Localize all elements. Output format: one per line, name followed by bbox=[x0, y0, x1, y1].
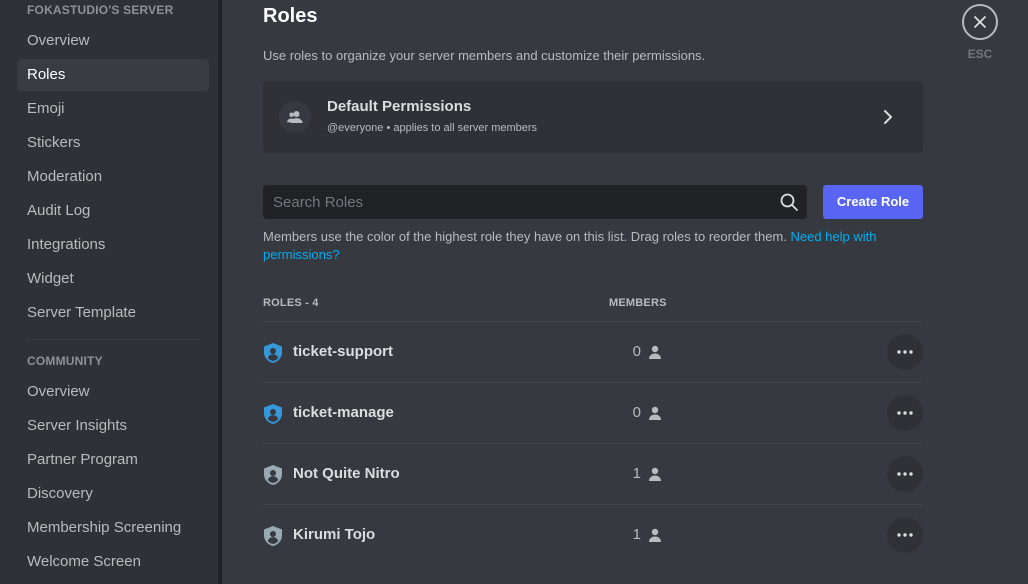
sidebar-item-integrations[interactable]: Integrations bbox=[17, 229, 209, 261]
chevron-right-icon bbox=[884, 110, 892, 124]
search-roles-box bbox=[263, 185, 807, 219]
more-horizontal-icon bbox=[897, 533, 913, 537]
more-horizontal-icon bbox=[897, 411, 913, 415]
sidebar-item-audit-log[interactable]: Audit Log bbox=[17, 195, 209, 227]
community-header: COMMUNITY bbox=[27, 354, 103, 368]
more-horizontal-icon bbox=[897, 350, 913, 354]
default-permissions-card[interactable]: Default Permissions @everyone • applies … bbox=[263, 81, 923, 153]
role-name: ticket-support bbox=[293, 343, 394, 360]
role-shield-icon bbox=[264, 404, 282, 424]
role-row-kirumi-tojo[interactable]: Kirumi Tojo 1 bbox=[263, 504, 923, 565]
sidebar-item-moderation[interactable]: Moderation bbox=[17, 161, 209, 193]
person-icon bbox=[649, 345, 661, 359]
default-permissions-subtitle: @everyone • applies to all server member… bbox=[327, 122, 538, 134]
server-name-header: FOKASTUDIO'S SERVER bbox=[27, 3, 174, 17]
people-icon bbox=[287, 111, 303, 123]
member-count: 1 bbox=[632, 526, 641, 543]
role-name: Kirumi Tojo bbox=[293, 526, 376, 543]
page-description: Use roles to organize your server member… bbox=[263, 48, 706, 63]
close-settings-button[interactable] bbox=[962, 4, 998, 40]
role-more-options-button[interactable] bbox=[887, 395, 923, 431]
search-roles-input[interactable] bbox=[263, 185, 773, 219]
sidebar-item-community-overview[interactable]: Overview bbox=[17, 376, 209, 408]
person-icon bbox=[649, 406, 661, 420]
role-shield-icon bbox=[264, 526, 282, 546]
create-role-button[interactable]: Create Role bbox=[823, 185, 923, 219]
role-row-ticket-manage[interactable]: ticket-manage 0 bbox=[263, 382, 923, 443]
default-permissions-title: Default Permissions bbox=[327, 98, 472, 115]
sidebar-item-membership-screening[interactable]: Membership Screening bbox=[17, 512, 209, 544]
sidebar-item-overview[interactable]: Overview bbox=[17, 25, 209, 57]
sidebar-item-server-template[interactable]: Server Template bbox=[17, 297, 209, 329]
role-more-options-button[interactable] bbox=[887, 517, 923, 553]
roles-help-text: Members use the color of the highest rol… bbox=[263, 228, 923, 264]
role-more-options-button[interactable] bbox=[887, 456, 923, 492]
sidebar-divider bbox=[27, 339, 200, 340]
sidebar-scroll-edge bbox=[218, 0, 222, 584]
member-count: 0 bbox=[632, 404, 641, 421]
role-row-not-quite-nitro[interactable]: Not Quite Nitro 1 bbox=[263, 443, 923, 504]
role-name: Not Quite Nitro bbox=[293, 465, 400, 482]
default-permissions-avatar bbox=[279, 101, 311, 133]
role-shield-icon bbox=[264, 465, 282, 485]
role-shield-icon bbox=[264, 343, 282, 363]
members-column-header: MEMBERS bbox=[609, 297, 667, 309]
close-icon bbox=[974, 16, 986, 28]
role-row-ticket-support[interactable]: ticket-support 0 bbox=[263, 321, 923, 382]
sidebar-item-server-insights[interactable]: Server Insights bbox=[17, 410, 209, 442]
sidebar-item-roles[interactable]: Roles bbox=[17, 59, 209, 91]
sidebar-item-emoji[interactable]: Emoji bbox=[17, 93, 209, 125]
role-more-options-button[interactable] bbox=[887, 334, 923, 370]
more-horizontal-icon bbox=[897, 472, 913, 476]
member-count: 0 bbox=[632, 343, 641, 360]
role-name: ticket-manage bbox=[293, 404, 394, 421]
person-icon bbox=[649, 467, 661, 481]
esc-label: ESC bbox=[967, 47, 993, 61]
sidebar-item-welcome-screen[interactable]: Welcome Screen bbox=[17, 546, 209, 578]
roles-column-header: ROLES - 4 bbox=[263, 297, 319, 309]
person-icon bbox=[649, 528, 661, 542]
settings-sidebar: FOKASTUDIO'S SERVER Overview Roles Emoji… bbox=[0, 0, 218, 584]
sidebar-item-stickers[interactable]: Stickers bbox=[17, 127, 209, 159]
sidebar-item-discovery[interactable]: Discovery bbox=[17, 478, 209, 510]
search-icon[interactable] bbox=[779, 192, 799, 212]
sidebar-item-partner-program[interactable]: Partner Program bbox=[17, 444, 209, 476]
help-text-body: Members use the color of the highest rol… bbox=[263, 229, 791, 244]
page-title: Roles bbox=[263, 5, 318, 27]
member-count: 1 bbox=[632, 465, 641, 482]
sidebar-item-widget[interactable]: Widget bbox=[17, 263, 209, 295]
